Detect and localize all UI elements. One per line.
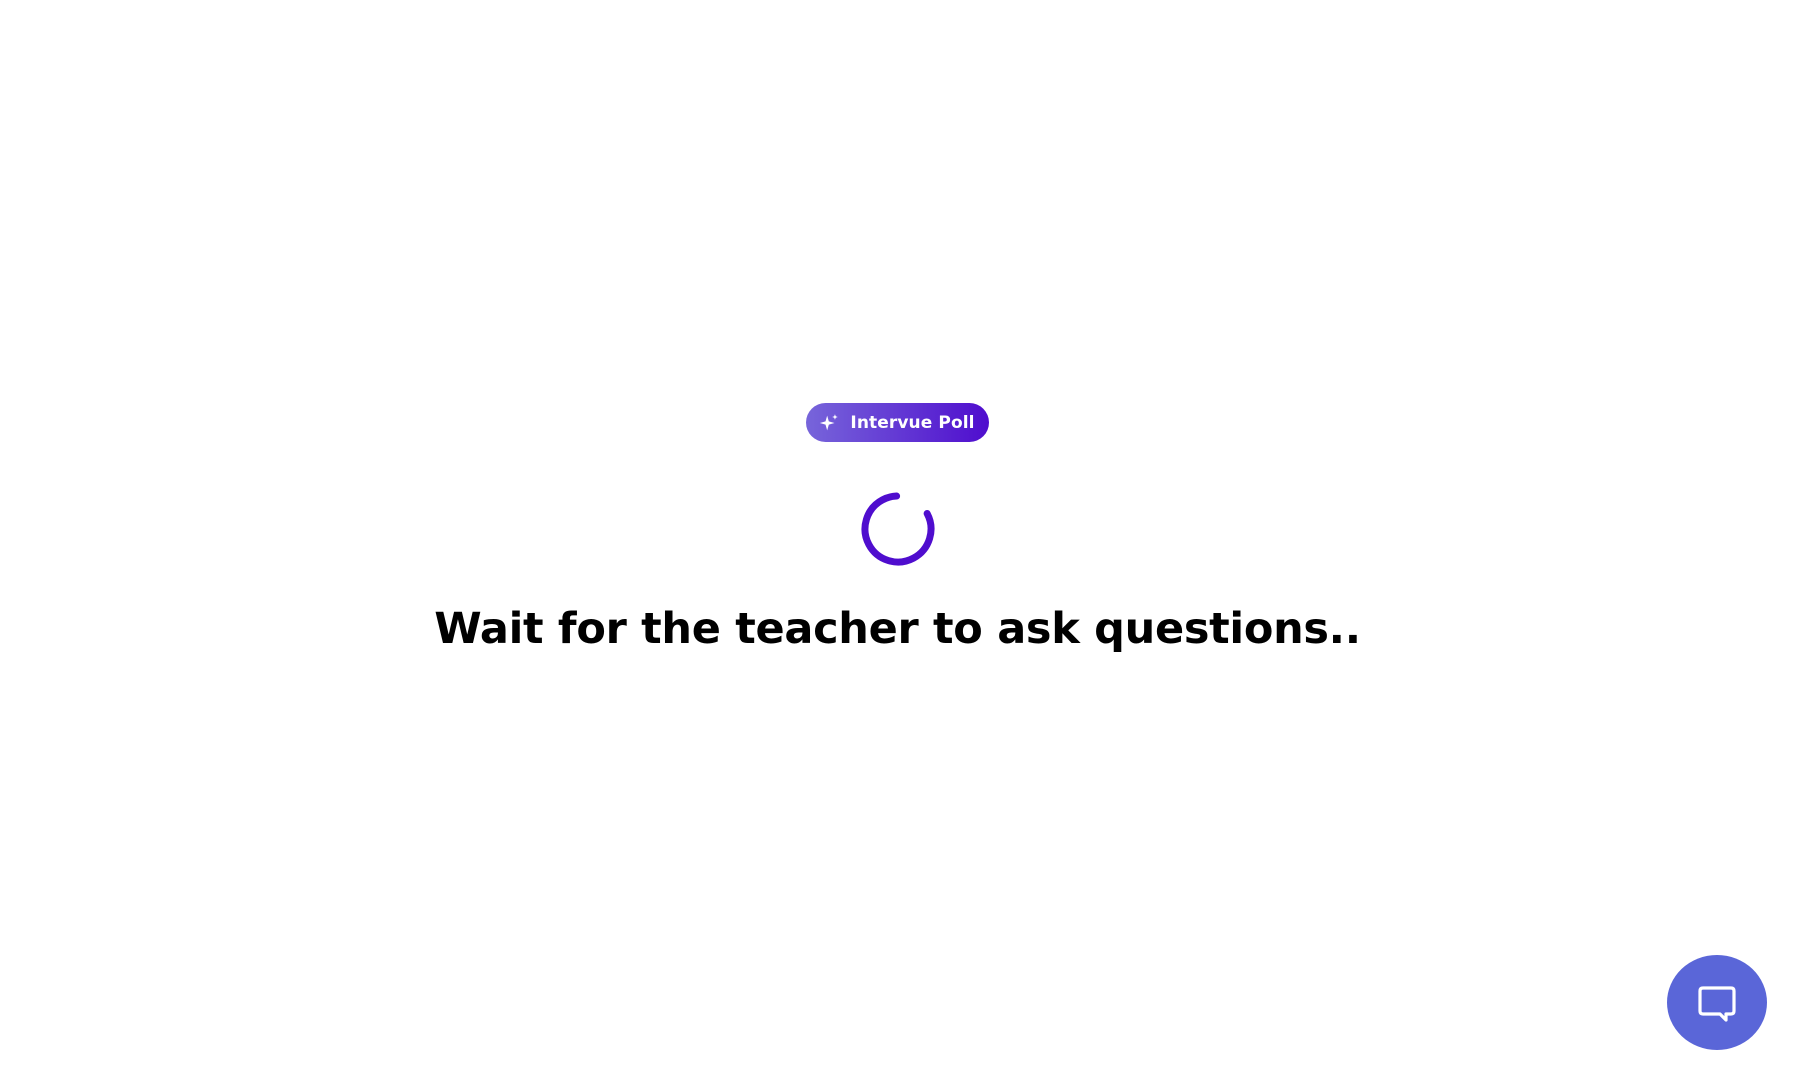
sparkle-icon: [820, 413, 839, 430]
loading-spinner: [861, 492, 934, 566]
chat-bubble-icon: [1698, 985, 1736, 1022]
chat-button[interactable]: [1667, 955, 1767, 1050]
waiting-content: Intervue Poll Wait for the teacher to as…: [0, 403, 1795, 654]
student-waiting-page: Intervue Poll Wait for the teacher to as…: [0, 0, 1795, 1077]
waiting-message: Wait for the teacher to ask questions..: [434, 604, 1361, 654]
brand-label: Intervue Poll: [850, 412, 975, 433]
brand-badge: Intervue Poll: [806, 403, 989, 442]
